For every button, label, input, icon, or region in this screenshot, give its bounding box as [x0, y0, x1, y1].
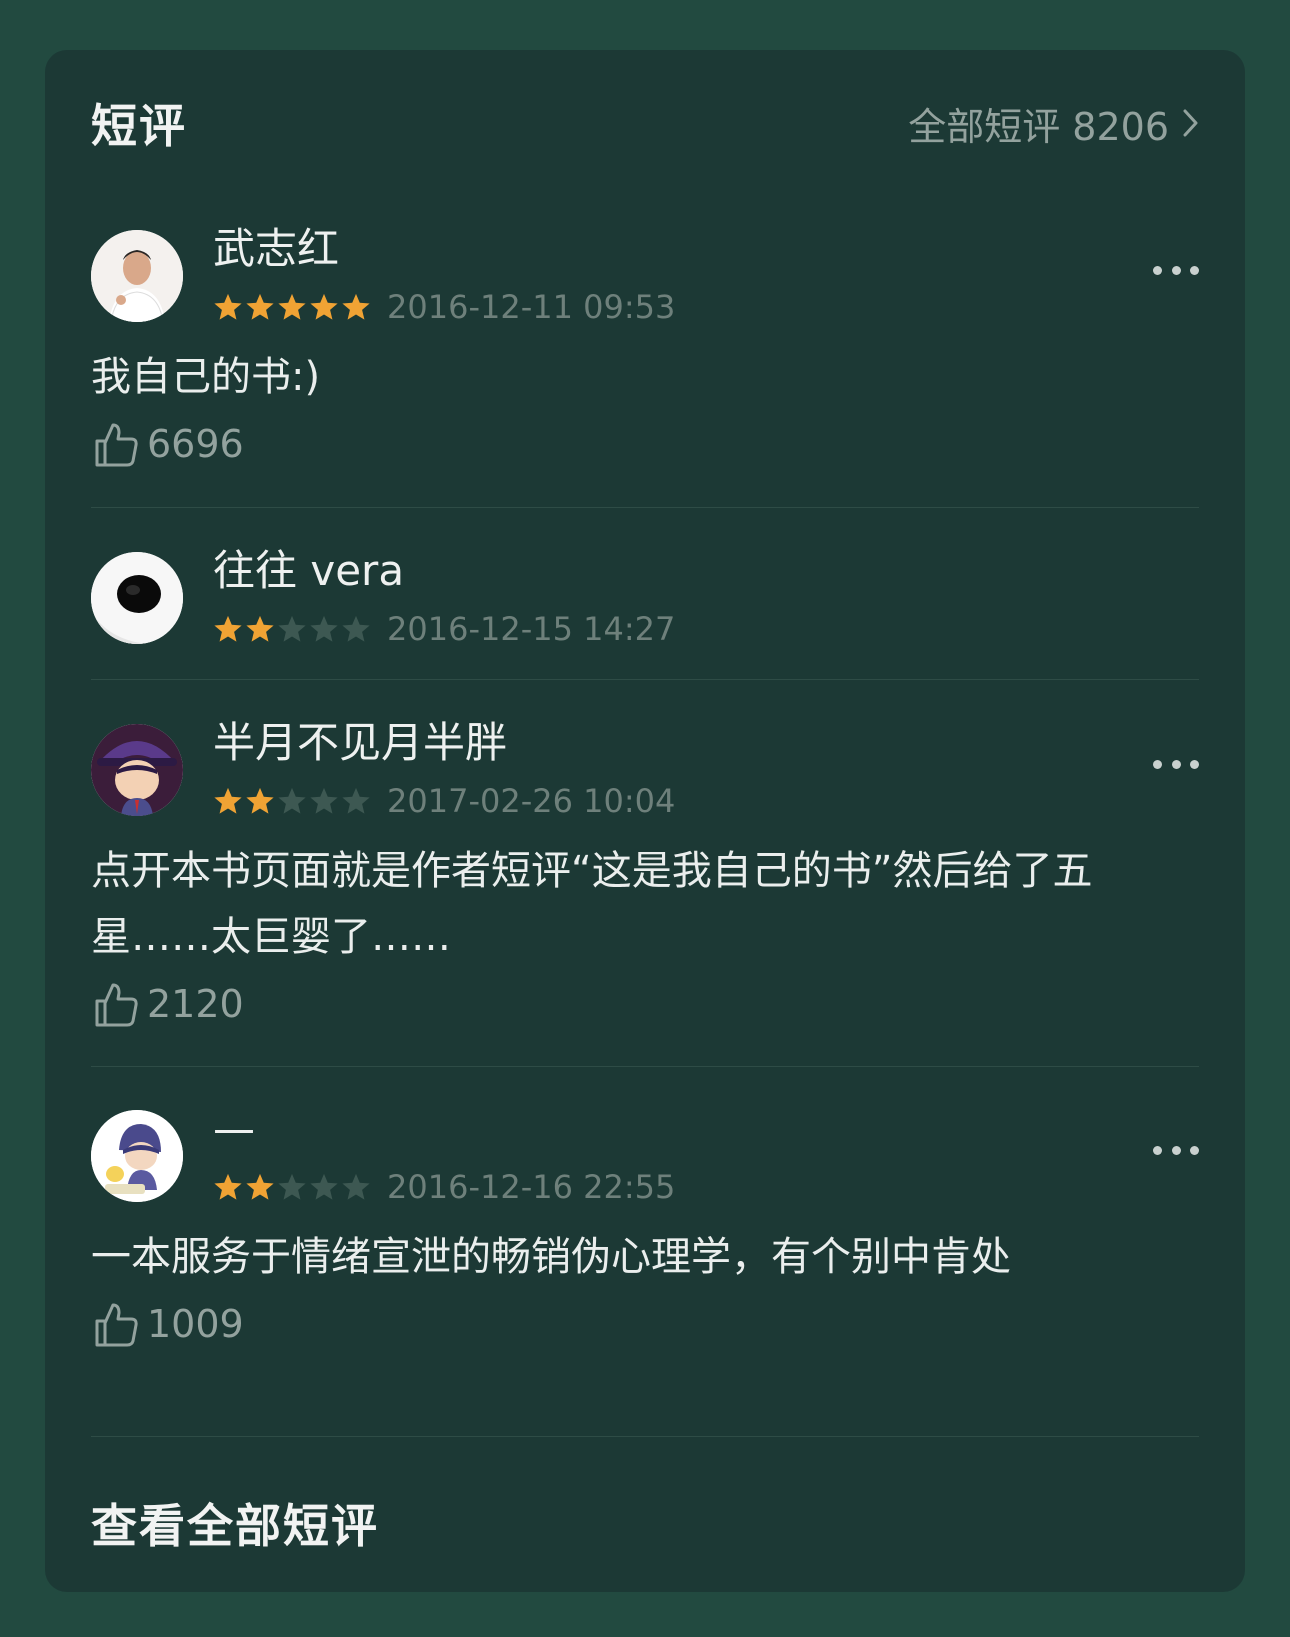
more-options-button[interactable]: [1153, 1138, 1199, 1162]
rating-stars: [213, 1172, 371, 1202]
star-empty-icon: [341, 1172, 371, 1202]
star-filled-icon: [213, 1172, 243, 1202]
rating-stars: [213, 786, 371, 816]
like-button[interactable]: 2120: [91, 976, 1199, 1032]
review-author[interactable]: 往往 vera: [213, 542, 404, 600]
star-filled-icon: [245, 1172, 275, 1202]
more-dot-icon: [1171, 1145, 1181, 1155]
review-date: 2017-02-26 10:04: [387, 782, 676, 820]
star-empty-icon: [309, 786, 339, 816]
review-author[interactable]: 武志红: [213, 220, 339, 278]
more-dot-icon: [1153, 265, 1162, 275]
star-empty-icon: [341, 786, 371, 816]
more-dot-icon: [1190, 1145, 1199, 1155]
star-empty-icon: [277, 614, 307, 644]
more-dot-icon: [1171, 265, 1181, 275]
star-empty-icon: [309, 1172, 339, 1202]
all-reviews-label: 全部短评 8206: [908, 104, 1169, 149]
short-reviews-card: 短评 全部短评 8206 武志红 2016-12-11 09:53 我自己的书:…: [45, 50, 1245, 1592]
more-options-button[interactable]: [1153, 752, 1199, 776]
like-count: 1009: [147, 1302, 244, 1346]
like-button[interactable]: 6696: [91, 416, 1199, 472]
rating-stars: [213, 292, 371, 322]
rating-stars: [213, 614, 371, 644]
review-item: 半月不见月半胖 2017-02-26 10:04 点开本书页面就是作者短评“这是…: [91, 718, 1199, 1032]
star-filled-icon: [213, 786, 243, 816]
review-item: — 2016-12-16 22:55 一本服务于情绪宣泄的畅销伪心理学，有个别中…: [91, 1104, 1199, 1352]
thumbs-up-icon: [91, 1299, 141, 1349]
star-filled-icon: [309, 292, 339, 322]
thumbs-up-icon: [91, 979, 141, 1029]
star-empty-icon: [277, 1172, 307, 1202]
more-dot-icon: [1153, 1145, 1162, 1155]
review-item: 往往 vera 2016-12-15 14:27: [91, 546, 1199, 648]
review-date: 2016-12-11 09:53: [387, 288, 676, 326]
review-author[interactable]: —: [213, 1100, 255, 1158]
like-count: 6696: [147, 422, 244, 466]
section-header: 短评 全部短评 8206: [91, 90, 1199, 156]
thumbs-up-icon: [91, 419, 141, 469]
star-empty-icon: [341, 614, 371, 644]
avatar[interactable]: [91, 552, 183, 644]
divider: [91, 1436, 1199, 1437]
divider: [91, 507, 1199, 508]
star-filled-icon: [341, 292, 371, 322]
review-meta: 2016-12-15 14:27: [213, 610, 675, 648]
more-options-button[interactable]: [1153, 258, 1199, 282]
divider: [91, 1066, 1199, 1067]
more-dot-icon: [1190, 265, 1199, 275]
like-button[interactable]: 1009: [91, 1296, 1199, 1352]
divider: [91, 679, 1199, 680]
review-date: 2016-12-15 14:27: [387, 610, 676, 648]
more-dot-icon: [1190, 759, 1199, 769]
chevron-right-icon: [1183, 108, 1199, 138]
star-filled-icon: [277, 292, 307, 322]
view-all-reviews-button[interactable]: 查看全部短评: [91, 1490, 379, 1556]
like-count: 2120: [147, 982, 244, 1026]
avatar[interactable]: [91, 1110, 183, 1202]
star-filled-icon: [245, 292, 275, 322]
review-meta: 2016-12-11 09:53: [213, 288, 675, 326]
star-filled-icon: [245, 786, 275, 816]
review-date: 2016-12-16 22:55: [387, 1168, 676, 1206]
review-author[interactable]: 半月不见月半胖: [213, 714, 507, 772]
review-meta: 2017-02-26 10:04: [213, 782, 675, 820]
review-meta: 2016-12-16 22:55: [213, 1168, 675, 1206]
avatar[interactable]: [91, 230, 183, 322]
all-reviews-link[interactable]: 全部短评 8206: [908, 96, 1199, 151]
section-title: 短评: [91, 99, 187, 153]
review-text: 我自己的书:): [91, 354, 321, 400]
star-empty-icon: [277, 786, 307, 816]
avatar[interactable]: [91, 724, 183, 816]
more-dot-icon: [1153, 759, 1162, 769]
star-filled-icon: [245, 614, 275, 644]
star-filled-icon: [213, 614, 243, 644]
review-text: 点开本书页面就是作者短评“这是我自己的书”然后给了五星……太巨婴了……: [91, 848, 1093, 960]
star-filled-icon: [213, 292, 243, 322]
star-empty-icon: [309, 614, 339, 644]
review-text: 一本服务于情绪宣泄的畅销伪心理学，有个别中肯处: [91, 1234, 1011, 1280]
more-dot-icon: [1171, 759, 1181, 769]
review-item: 武志红 2016-12-11 09:53 我自己的书:) 6696: [91, 224, 1199, 472]
